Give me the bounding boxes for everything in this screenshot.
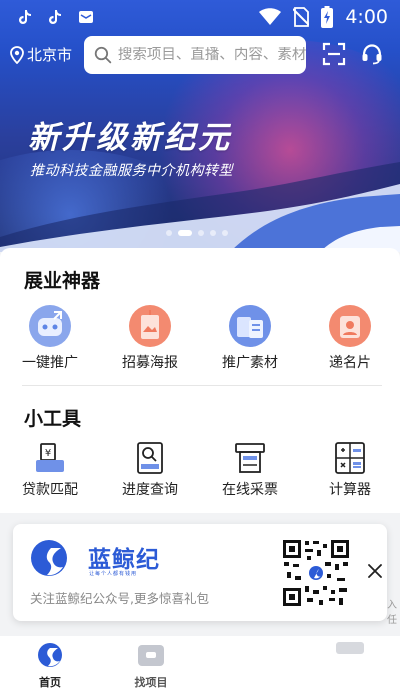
location-pin-icon — [10, 45, 24, 64]
qr-code-icon — [281, 538, 351, 608]
pagination-dot-active[interactable] — [178, 230, 192, 236]
app-screen: 4:00 北京市 新升级新纪元 推动科技金融服 — [0, 0, 400, 700]
material-icon — [229, 305, 271, 347]
status-bar: 4:00 — [0, 0, 400, 36]
search-icon — [94, 46, 112, 64]
bottom-tab-bar: 首页 找项目 — [0, 636, 400, 700]
business-tools-grid: 一键推广 招募海报 推广素材 递名片 — [0, 304, 400, 372]
tool-recruit-poster[interactable]: 招募海报 — [100, 304, 200, 372]
promo-text: 关注蓝鲸纪公众号,更多惊喜礼包 — [30, 591, 209, 606]
tab-label: 找项目 — [134, 676, 168, 689]
close-icon[interactable] — [366, 562, 384, 580]
pagination-dot[interactable] — [198, 230, 204, 236]
promo-brand-tagline: 让每个人都有钱用 — [89, 571, 138, 577]
progress-search-icon — [137, 442, 163, 474]
tool-loan-match[interactable]: ¥ 贷款匹配 — [0, 441, 100, 499]
home-logo-icon — [38, 643, 62, 667]
scan-icon[interactable] — [322, 42, 346, 66]
tab-partial-icon — [336, 642, 364, 654]
pagination-dot[interactable] — [222, 230, 228, 236]
promo-brand-name: 蓝鲸纪 — [88, 547, 160, 573]
section-title-small-tools: 小工具 — [24, 408, 82, 430]
tool-one-click-promote[interactable]: 一键推广 — [0, 304, 100, 372]
card-icon — [329, 305, 371, 347]
ticket-icon — [235, 443, 265, 473]
loan-icon: ¥ — [36, 443, 64, 472]
top-bar: 北京市 — [0, 36, 400, 76]
status-time: 4:00 — [345, 6, 388, 28]
tool-online-ticket[interactable]: 在线采票 — [200, 441, 300, 499]
city-selector[interactable]: 北京市 — [10, 44, 72, 65]
banner-subline: 推动科技金融服务中介机构转型 — [30, 163, 233, 179]
section-divider — [22, 385, 382, 386]
folder-project-icon — [138, 645, 164, 666]
banner-pagination — [166, 230, 228, 236]
lanjingji-logo-icon — [31, 540, 67, 576]
tab-home[interactable]: 首页 — [10, 642, 90, 690]
tool-label: 进度查询 — [122, 482, 178, 498]
wifi-icon — [259, 8, 282, 25]
tool-progress-query[interactable]: 进度查询 — [100, 441, 200, 499]
no-sim-icon — [293, 7, 310, 27]
tool-calculator[interactable]: 计算器 — [300, 441, 400, 499]
mail-notification-icon — [79, 11, 93, 23]
pagination-dot[interactable] — [166, 230, 172, 236]
pagination-dot[interactable] — [210, 230, 216, 236]
customer-service-icon[interactable] — [360, 42, 384, 66]
banner-headline: 新升级新纪元 — [28, 120, 232, 156]
tab-label: 首页 — [39, 676, 61, 689]
battery-charging-icon — [321, 6, 334, 28]
city-label: 北京市 — [27, 46, 73, 64]
tiktok-icon — [49, 10, 61, 24]
wechat-follow-promo[interactable]: 蓝鲸纪 让每个人都有钱用 关注蓝鲸纪公众号,更多惊喜礼包 — [13, 524, 387, 621]
tool-business-card[interactable]: 递名片 — [300, 304, 400, 372]
robot-icon — [29, 305, 71, 347]
svg-text:¥: ¥ — [45, 448, 51, 459]
tool-promo-material[interactable]: 推广素材 — [200, 304, 300, 372]
tools-card: 展业神器 一键推广 招募海报 推广素材 递名片 小工具 ¥ 贷款匹配 进度查询 … — [0, 248, 400, 513]
tab-find-project[interactable]: 找项目 — [111, 642, 191, 690]
section-title-business-tools: 展业神器 — [24, 270, 101, 292]
calculator-icon — [335, 442, 365, 474]
tool-label: 招募海报 — [122, 355, 178, 371]
tool-label: 贷款匹配 — [22, 482, 78, 498]
tool-label: 一键推广 — [22, 355, 78, 371]
tool-label: 在线采票 — [222, 482, 278, 498]
partial-edge-text: 入任 — [387, 600, 397, 626]
tool-label: 计算器 — [329, 482, 371, 498]
search-input[interactable] — [117, 47, 306, 63]
tiktok-icon — [19, 10, 31, 24]
tool-label: 推广素材 — [222, 355, 278, 371]
search-box[interactable] — [84, 36, 306, 74]
small-tools-grid: ¥ 贷款匹配 进度查询 在线采票 计算器 — [0, 441, 400, 499]
hero-banner[interactable]: 4:00 北京市 新升级新纪元 推动科技金融服 — [0, 0, 400, 252]
poster-icon — [129, 305, 171, 347]
tool-label: 递名片 — [329, 355, 371, 371]
